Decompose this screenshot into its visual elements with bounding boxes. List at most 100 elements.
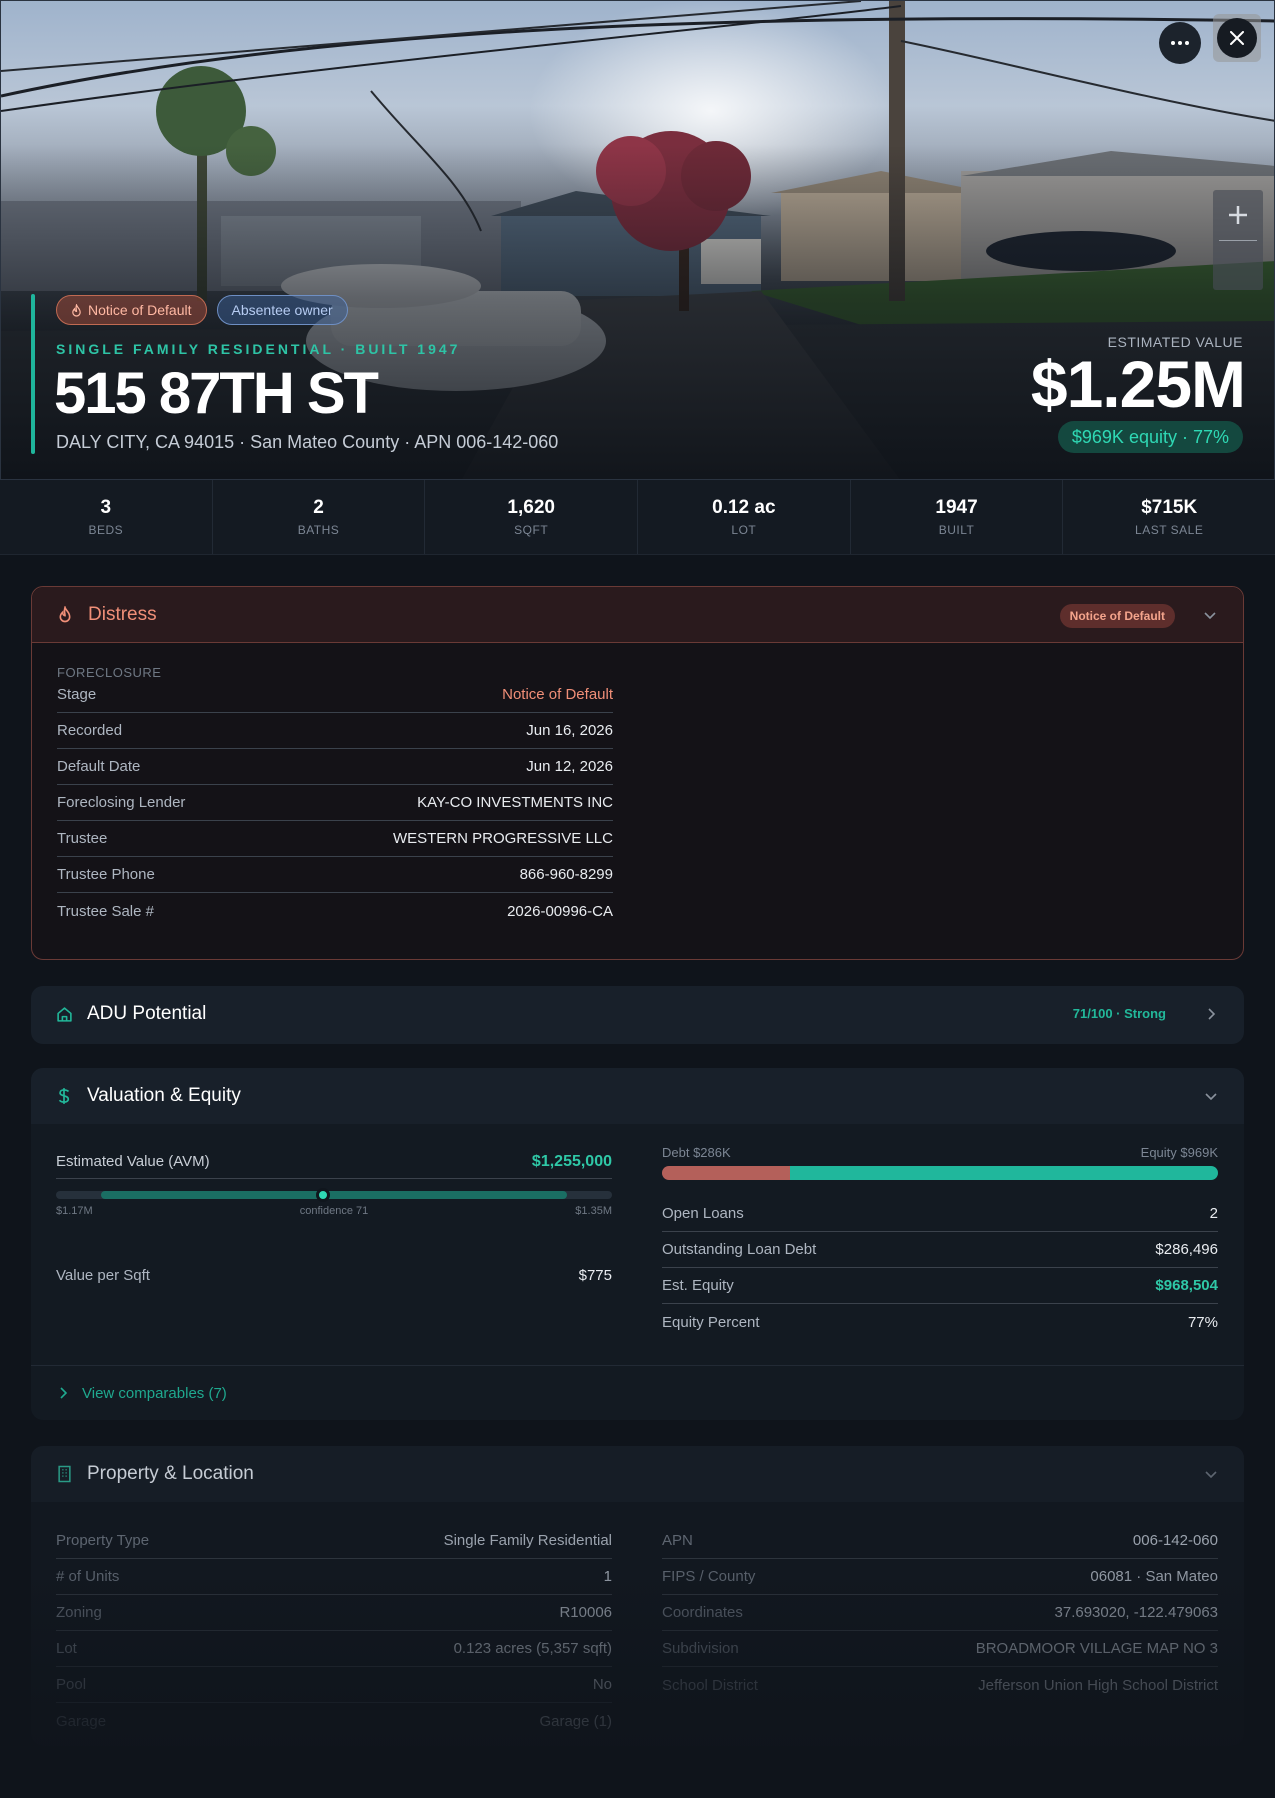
debt-label: Debt $286K: [662, 1145, 731, 1160]
value-per-sqft-row: Value per Sqft $775: [56, 1257, 612, 1293]
detail-value: 1: [603, 1568, 612, 1585]
more-horizontal-icon: [1171, 41, 1189, 45]
plus-icon[interactable]: [1213, 190, 1263, 240]
detail-value: Jun 12, 2026: [526, 758, 613, 775]
stat-label: LAST SALE: [1135, 523, 1204, 537]
stat-value: $715K: [1141, 497, 1198, 518]
property-card-header[interactable]: Property & Location: [31, 1446, 1244, 1502]
dollar-icon: [55, 1087, 73, 1105]
detail-key: Default Date: [57, 758, 141, 775]
detail-value: R10006: [559, 1604, 612, 1621]
detail-row-stage: Stage Notice of Default: [57, 677, 613, 713]
detail-value: 0.123 acres (5,357 sqft): [453, 1640, 612, 1657]
detail-key: Value per Sqft: [56, 1266, 150, 1284]
address-subtitle: DALY CITY, CA 94015 · San Mateo County ·…: [56, 432, 559, 452]
distress-card-header[interactable]: Distress Notice of Default: [32, 587, 1243, 643]
avm-row: Estimated Value (AVM) $1,255,000: [56, 1145, 612, 1179]
notice-of-default-tag[interactable]: Notice of Default: [56, 295, 207, 325]
avm-range-labels: $1.17M confidence 71 $1.35M: [56, 1205, 612, 1223]
debt-equity-labels: Debt $286K Equity $969K: [662, 1145, 1218, 1160]
adu-title: ADU Potential: [87, 1003, 207, 1024]
debt-segment: [662, 1166, 790, 1180]
home-icon: [55, 1005, 73, 1023]
detail-value: KAY-CO INVESTMENTS INC: [417, 794, 613, 811]
stat-label: LOT: [731, 523, 757, 537]
close-icon: [1230, 31, 1244, 45]
detail-key: FIPS / County: [662, 1568, 756, 1585]
distress-card: Distress Notice of Default FORECLOSURE S…: [31, 586, 1244, 960]
map-zoom-control[interactable]: [1213, 190, 1263, 290]
stat-label: SQFT: [514, 523, 549, 537]
detail-row-pool: Pool No: [56, 1667, 612, 1703]
more-options-button[interactable]: [1159, 22, 1201, 64]
chevron-right-icon: [60, 1387, 68, 1399]
equity-label: Equity $969K: [1140, 1145, 1218, 1160]
notice-of-default-tag-label: Notice of Default: [88, 302, 192, 318]
detail-row-school-district: School District Jefferson Union High Scho…: [662, 1667, 1218, 1703]
distress-status-badge: Notice of Default: [1059, 604, 1175, 628]
chevron-right-icon[interactable]: [1204, 1007, 1218, 1021]
detail-row-garage: Garage Garage (1): [56, 1703, 612, 1739]
flame-icon: [56, 606, 74, 624]
stat-label: BEDS: [88, 523, 124, 537]
property-type-eyebrow: SINGLE FAMILY RESIDENTIAL · BUILT 1947: [56, 341, 461, 357]
stat-label: BATHS: [297, 523, 340, 537]
view-comparables-link[interactable]: View comparables (7): [31, 1365, 1244, 1420]
chevron-down-icon[interactable]: [1204, 1089, 1218, 1103]
adu-score: 71/100 · Strong: [1072, 1006, 1166, 1021]
detail-key: Property Type: [56, 1532, 150, 1549]
zoom-divider: [1219, 240, 1257, 241]
stat-lot: 0.12 ac LOT: [638, 480, 851, 554]
detail-key: Est. Equity: [662, 1277, 734, 1294]
detail-value: 37.693020, -122.479063: [1054, 1604, 1218, 1621]
stat-value: 1947: [935, 497, 978, 518]
chevron-down-icon[interactable]: [1204, 1467, 1218, 1481]
chevron-down-icon[interactable]: [1203, 608, 1217, 622]
detail-key: Trustee Sale #: [57, 902, 154, 920]
detail-row-default-date: Default Date Jun 12, 2026: [57, 749, 613, 785]
close-button[interactable]: [1213, 14, 1261, 62]
property-stats-bar: 3 BEDS 2 BATHS 1,620 SQFT 0.12 ac LOT 19…: [0, 480, 1275, 555]
page-title: 515 87TH ST: [54, 361, 379, 426]
building-icon: [55, 1465, 73, 1483]
detail-key: Pool: [56, 1676, 87, 1693]
stat-baths: 2 BATHS: [213, 480, 426, 554]
detail-row-lot: Lot 0.123 acres (5,357 sqft): [56, 1631, 612, 1667]
stat-sqft: 1,620 SQFT: [425, 480, 639, 554]
adu-potential-card[interactable]: ADU Potential 71/100 · Strong: [31, 986, 1244, 1044]
detail-row-recorded: Recorded Jun 16, 2026: [57, 713, 613, 749]
detail-value: 2: [1209, 1205, 1218, 1222]
detail-row-apn: APN 006-142-060: [662, 1523, 1218, 1559]
stat-value: 0.12 ac: [712, 497, 776, 518]
property-title: Property & Location: [87, 1463, 254, 1484]
absentee-owner-tag[interactable]: Absentee owner: [216, 295, 348, 325]
detail-row-units: # of Units 1: [56, 1559, 612, 1595]
equity-section: Debt $286K Equity $969K Open Loans 2 Outs…: [662, 1145, 1218, 1340]
avm-range-fill: [101, 1191, 567, 1199]
detail-row-lender: Foreclosing Lender KAY-CO INVESTMENTS INC: [57, 785, 613, 821]
avm-section: Estimated Value (AVM) $1,255,000 $1.17M …: [56, 1145, 612, 1293]
detail-value: 006-142-060: [1132, 1532, 1218, 1549]
detail-row-equity-percent: Equity Percent 77%: [662, 1304, 1218, 1340]
flame-icon: [72, 303, 81, 317]
detail-value: Notice of Default: [502, 686, 613, 703]
valuation-card-header[interactable]: Valuation & Equity: [31, 1068, 1244, 1124]
avm-value: $1,255,000: [531, 1152, 612, 1170]
detail-row-est-equity: Est. Equity $968,504: [662, 1268, 1218, 1304]
close-button-inner: [1217, 18, 1257, 58]
detail-row-fips: FIPS / County 06081 · San Mateo: [662, 1559, 1218, 1595]
absentee-owner-tag-label: Absentee owner: [231, 302, 333, 318]
property-details-left: Property Type Single Family Residential #…: [56, 1523, 612, 1739]
detail-key: Foreclosing Lender: [57, 794, 186, 811]
stat-label: BUILT: [938, 523, 975, 537]
foreclosure-details: Stage Notice of Default Recorded Jun 16, 2…: [57, 677, 613, 929]
property-details-right: APN 006-142-060 FIPS / County 06081 · San …: [662, 1523, 1218, 1703]
detail-value: 866-960-8299: [519, 866, 613, 883]
stat-built: 1947 BUILT: [851, 480, 1064, 554]
detail-value: Single Family Residential: [443, 1532, 612, 1549]
adu-card-header[interactable]: ADU Potential 71/100 · Strong: [31, 986, 1244, 1042]
detail-key: Subdivision: [662, 1640, 739, 1657]
detail-key: Recorded: [57, 722, 123, 739]
equity-segment: [789, 1166, 1218, 1180]
detail-value: $775: [578, 1266, 612, 1284]
